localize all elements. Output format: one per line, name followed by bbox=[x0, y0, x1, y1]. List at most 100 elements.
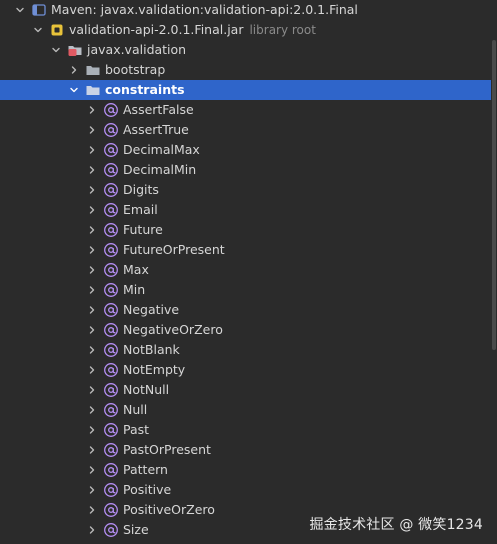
annotation-icon bbox=[103, 402, 119, 418]
annotation-icon bbox=[103, 482, 119, 498]
chevron-right-icon[interactable] bbox=[86, 284, 98, 296]
chevron-right-icon[interactable] bbox=[86, 324, 98, 336]
tree-node[interactable]: validation-api-2.0.1.Final.jar library ro… bbox=[0, 20, 491, 40]
annotation-icon bbox=[103, 302, 119, 318]
tree-node-label: NegativeOrZero bbox=[123, 322, 223, 337]
tree-node-label: DecimalMax bbox=[123, 142, 200, 157]
chevron-right-icon[interactable] bbox=[86, 224, 98, 236]
tree-node[interactable]: Email bbox=[0, 200, 491, 220]
tree-node-label: AssertTrue bbox=[123, 122, 189, 137]
tree-node[interactable]: javax.validation bbox=[0, 40, 491, 60]
annotation-icon bbox=[103, 322, 119, 338]
annotation-icon bbox=[103, 102, 119, 118]
library-root-hint: library root bbox=[249, 23, 316, 37]
annotation-icon bbox=[103, 222, 119, 238]
chevron-right-icon[interactable] bbox=[86, 184, 98, 196]
chevron-right-icon[interactable] bbox=[68, 64, 80, 76]
tree-node[interactable]: NotBlank bbox=[0, 340, 491, 360]
tree-node-label: Negative bbox=[123, 302, 180, 317]
annotation-icon bbox=[103, 142, 119, 158]
chevron-down-icon[interactable] bbox=[50, 44, 62, 56]
chevron-right-icon[interactable] bbox=[86, 424, 98, 436]
tree-node-label: PastOrPresent bbox=[123, 442, 211, 457]
folder-icon bbox=[85, 82, 101, 98]
tree-node-label: Max bbox=[123, 262, 149, 277]
annotation-icon bbox=[103, 282, 119, 298]
annotation-icon bbox=[103, 242, 119, 258]
tree-node[interactable]: Past bbox=[0, 420, 491, 440]
tree-node[interactable]: AssertTrue bbox=[0, 120, 491, 140]
jar-icon bbox=[49, 22, 65, 38]
package-icon bbox=[67, 42, 83, 58]
tree-node[interactable]: Max bbox=[0, 260, 491, 280]
tree-node[interactable]: AssertFalse bbox=[0, 100, 491, 120]
annotation-icon bbox=[103, 422, 119, 438]
tree-node-label: Positive bbox=[123, 482, 172, 497]
annotation-icon bbox=[103, 522, 119, 538]
chevron-right-icon[interactable] bbox=[86, 124, 98, 136]
chevron-right-icon[interactable] bbox=[86, 484, 98, 496]
tree-node-label: Past bbox=[123, 422, 150, 437]
chevron-right-icon[interactable] bbox=[86, 304, 98, 316]
scrollbar-thumb[interactable] bbox=[492, 40, 496, 350]
tree-node[interactable]: DecimalMax bbox=[0, 140, 491, 160]
tree-node[interactable]: Min bbox=[0, 280, 491, 300]
tree-node-label: Email bbox=[123, 202, 158, 217]
tree-node-label: Digits bbox=[123, 182, 159, 197]
chevron-right-icon[interactable] bbox=[86, 204, 98, 216]
tree-node[interactable]: NegativeOrZero bbox=[0, 320, 491, 340]
chevron-down-icon[interactable] bbox=[32, 24, 44, 36]
tree-node-label: NotBlank bbox=[123, 342, 180, 357]
chevron-right-icon[interactable] bbox=[86, 444, 98, 456]
annotation-icon bbox=[103, 362, 119, 378]
library-icon bbox=[31, 2, 47, 18]
tree-node[interactable]: DecimalMin bbox=[0, 160, 491, 180]
chevron-right-icon[interactable] bbox=[86, 144, 98, 156]
tree-node-label: constraints bbox=[105, 82, 185, 97]
tree-node[interactable]: Future bbox=[0, 220, 491, 240]
vertical-scrollbar[interactable] bbox=[491, 0, 497, 544]
chevron-down-icon[interactable] bbox=[68, 84, 80, 96]
tree-node[interactable]: Pattern bbox=[0, 460, 491, 480]
tree-node[interactable]: NotNull bbox=[0, 380, 491, 400]
tree-node-label: DecimalMin bbox=[123, 162, 197, 177]
tree-node[interactable]: constraints bbox=[0, 80, 491, 100]
tree-node[interactable]: Null bbox=[0, 400, 491, 420]
tree-node[interactable]: FutureOrPresent bbox=[0, 240, 491, 260]
chevron-right-icon[interactable] bbox=[86, 264, 98, 276]
tree-node[interactable]: Negative bbox=[0, 300, 491, 320]
tree-node[interactable]: Maven: javax.validation:validation-api:2… bbox=[0, 0, 491, 20]
chevron-right-icon[interactable] bbox=[86, 164, 98, 176]
chevron-right-icon[interactable] bbox=[86, 244, 98, 256]
chevron-right-icon[interactable] bbox=[86, 104, 98, 116]
tree-node-label: javax.validation bbox=[87, 42, 187, 57]
chevron-right-icon[interactable] bbox=[86, 384, 98, 396]
annotation-icon bbox=[103, 342, 119, 358]
chevron-right-icon[interactable] bbox=[86, 364, 98, 376]
chevron-right-icon[interactable] bbox=[86, 504, 98, 516]
folder-icon bbox=[85, 62, 101, 78]
tree-node[interactable]: Positive bbox=[0, 480, 491, 500]
tree-node-label: bootstrap bbox=[105, 62, 166, 77]
tree-node-label: Maven: javax.validation:validation-api:2… bbox=[51, 2, 358, 17]
chevron-right-icon[interactable] bbox=[86, 344, 98, 356]
annotation-icon bbox=[103, 442, 119, 458]
chevron-right-icon[interactable] bbox=[86, 524, 98, 536]
chevron-down-icon[interactable] bbox=[14, 4, 26, 16]
annotation-icon bbox=[103, 202, 119, 218]
tree-node-label: NotEmpty bbox=[123, 362, 186, 377]
tree-node[interactable]: NotEmpty bbox=[0, 360, 491, 380]
tree-node-label: NotNull bbox=[123, 382, 170, 397]
annotation-icon bbox=[103, 462, 119, 478]
tree-node[interactable]: PastOrPresent bbox=[0, 440, 491, 460]
project-tree: Maven: javax.validation:validation-api:2… bbox=[0, 0, 497, 544]
watermark: 掘金技术社区 @ 微笑1234 bbox=[309, 517, 483, 533]
tree-node-label: PositiveOrZero bbox=[123, 502, 215, 517]
annotation-icon bbox=[103, 382, 119, 398]
tree-node[interactable]: Digits bbox=[0, 180, 491, 200]
annotation-icon bbox=[103, 122, 119, 138]
tree-node[interactable]: bootstrap bbox=[0, 60, 491, 80]
chevron-right-icon[interactable] bbox=[86, 404, 98, 416]
tree-node-label: validation-api-2.0.1.Final.jar bbox=[69, 22, 244, 37]
chevron-right-icon[interactable] bbox=[86, 464, 98, 476]
